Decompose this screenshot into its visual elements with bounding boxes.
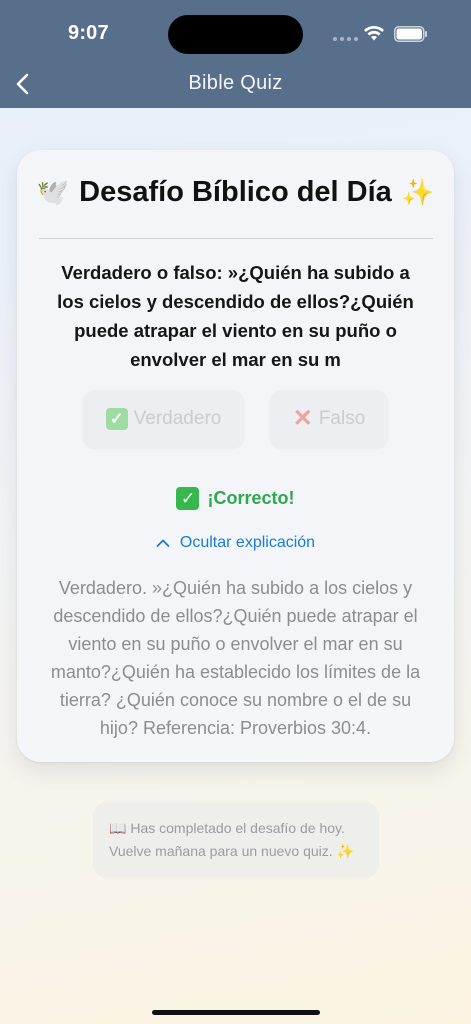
wifi-icon [364, 26, 384, 41]
book-icon: 📖 [109, 820, 127, 836]
divider [39, 238, 433, 239]
question-text: Verdadero o falso: »¿Quién ha subido a l… [57, 262, 414, 370]
card-title: 🕊️ Desafío Bíblico del Día ✨ [17, 176, 454, 209]
cellular-signal-icon [333, 37, 358, 41]
result-status: ✓ ¡Correcto! [17, 487, 454, 510]
completion-note-text2: Vuelve mañana para un nuevo quiz. [109, 843, 333, 859]
navigation-bar: 9:07 Bible Quiz [0, 0, 471, 108]
daily-challenge-card: 🕊️ Desafío Bíblico del Día ✨ Verdadero o… [17, 150, 454, 762]
check-icon: ✓ [176, 487, 200, 510]
sparkles-icon: ✨ [336, 843, 354, 859]
hide-explanation-button[interactable]: Ocultar explicación [17, 534, 454, 552]
page-title: Bible Quiz [188, 72, 283, 94]
hide-explanation-label: Ocultar explicación [179, 534, 316, 551]
completion-note-text1: Has completado el desafío de hoy. [130, 820, 345, 836]
card-title-text: Desafío Bíblico del Día [79, 176, 392, 208]
false-button[interactable]: ✕ Falso [270, 390, 388, 448]
check-icon: ✓ [105, 408, 128, 430]
status-time: 9:07 [68, 22, 109, 44]
sparkles-icon: ✨ [401, 177, 435, 208]
false-button-label: Falso [318, 408, 366, 429]
true-button[interactable]: ✓ Verdadero [83, 390, 244, 448]
completion-note: 📖 Has completado el desafío de hoy. Vuel… [93, 802, 379, 878]
completion-note-line1: 📖 Has completado el desafío de hoy. [109, 817, 365, 840]
explanation-text: Verdadero. »¿Quién ha subido a los cielo… [50, 578, 421, 738]
true-button-label: Verdadero [133, 408, 222, 429]
battery-icon [394, 26, 427, 42]
cross-icon: ✕ [292, 405, 313, 432]
result-text: ¡Correcto! [207, 488, 295, 508]
chevron-up-icon [156, 539, 170, 547]
completion-note-line2: Vuelve mañana para un nuevo quiz. ✨ [109, 840, 365, 863]
dynamic-island [168, 15, 303, 54]
home-indicator [152, 1010, 320, 1015]
dove-icon: 🕊️ [36, 177, 70, 208]
